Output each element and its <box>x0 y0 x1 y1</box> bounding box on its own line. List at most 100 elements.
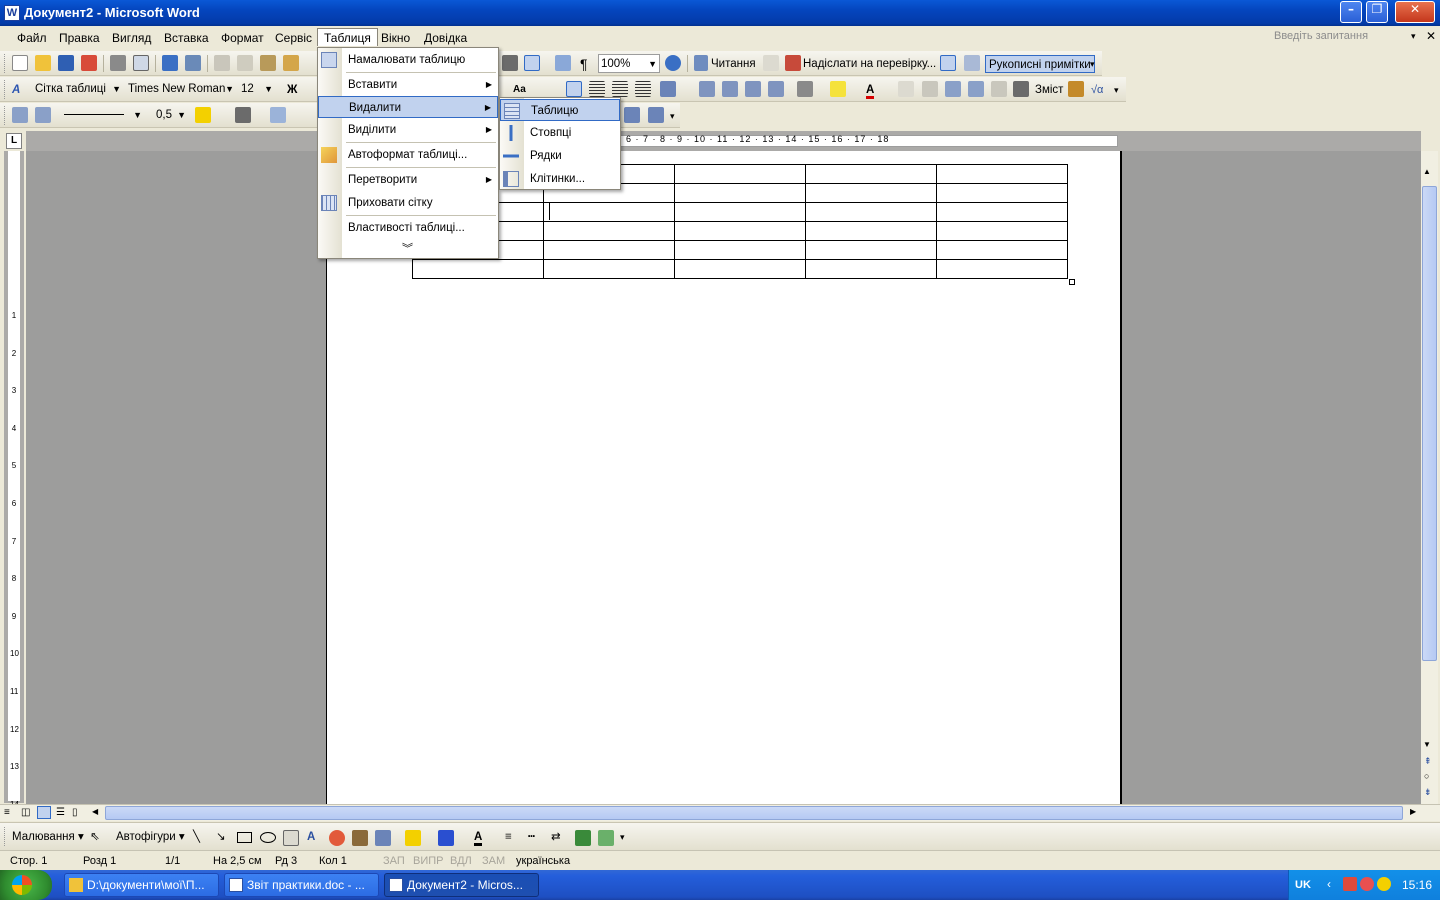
next-page-icon[interactable]: ⇟ <box>1424 787 1432 798</box>
clock[interactable]: 15:16 <box>1402 878 1432 892</box>
status-track-changes[interactable]: ВИПР <box>413 855 444 867</box>
horizontal-scrollbar[interactable]: ≡ ◫ ☰ ▯ ◀ ▶ <box>0 804 1440 821</box>
toolbar-options-icon[interactable]: ▾ <box>620 828 625 846</box>
columns-icon[interactable] <box>502 55 518 71</box>
table-cell[interactable] <box>674 164 806 184</box>
rectangle-tool-icon[interactable] <box>237 832 252 843</box>
align-right-icon[interactable] <box>612 81 628 97</box>
submenu-item-columns[interactable]: Стовпці <box>500 122 620 144</box>
tray-messenger-icon[interactable] <box>1360 877 1374 891</box>
table-cell[interactable] <box>936 183 1068 203</box>
select-objects-icon[interactable]: ⇖ <box>90 828 100 846</box>
clipart-icon[interactable] <box>352 830 368 846</box>
tray-status-icon[interactable] <box>1377 877 1391 891</box>
menu-insert[interactable]: Вставка <box>158 29 215 47</box>
scroll-up-icon[interactable]: ▲ <box>1423 167 1431 176</box>
email-icon[interactable] <box>763 55 779 71</box>
menu-item-insert[interactable]: Вставити ▶ <box>318 74 498 96</box>
toolbar-options-icon[interactable]: ▾ <box>1090 55 1095 73</box>
highlight-icon[interactable] <box>830 81 846 97</box>
horizontal-ruler[interactable]: 6 · 7 · 8 · 9 · 10 · 11 · 12 · 13 · 14 ·… <box>26 131 1421 151</box>
table-cell[interactable] <box>936 240 1068 260</box>
borders-icon[interactable] <box>797 81 813 97</box>
menu-item-select[interactable]: Виділити ▶ <box>318 119 498 141</box>
restore-button[interactable]: ❐ <box>1366 1 1388 23</box>
ink-comment-icon[interactable] <box>940 55 956 71</box>
line-style-icon[interactable]: ≡ <box>505 828 512 846</box>
oval-tool-icon[interactable] <box>260 832 276 843</box>
word-app-icon[interactable]: W <box>4 5 20 21</box>
table-cell[interactable] <box>805 202 937 222</box>
menu-item-table-properties[interactable]: Властивості таблиці... <box>318 217 498 239</box>
text-box-icon[interactable] <box>283 830 299 846</box>
status-extend[interactable]: ВДЛ <box>450 855 472 867</box>
web-view-icon[interactable]: ◫ <box>21 807 30 818</box>
distribute-columns-icon[interactable] <box>648 107 664 123</box>
send-for-review-button[interactable]: Надіслати на перевірку... <box>803 55 936 73</box>
menu-item-convert[interactable]: Перетворити ▶ <box>318 169 498 191</box>
font-color-icon[interactable]: A <box>866 81 875 99</box>
table-cell[interactable] <box>674 183 806 203</box>
menu-tools[interactable]: Сервіс <box>269 29 318 47</box>
open-folder-icon[interactable] <box>35 55 51 71</box>
table-cell[interactable] <box>674 259 806 279</box>
align-center-icon[interactable] <box>589 81 605 97</box>
drawing-toggle-icon[interactable] <box>524 55 540 71</box>
table-cell[interactable] <box>936 202 1068 222</box>
table-cell[interactable] <box>674 221 806 241</box>
status-overtype[interactable]: ЗАМ <box>482 855 505 867</box>
font-select[interactable]: Times New Roman ▼ <box>126 80 236 99</box>
outline-view-icon[interactable]: ☰ <box>56 807 65 818</box>
menu-item-delete[interactable]: Видалити ▶ <box>318 96 498 118</box>
toolbar-grip[interactable] <box>4 54 7 73</box>
spelling-icon[interactable] <box>162 55 178 71</box>
submenu-item-table[interactable]: Таблицю <box>500 99 620 121</box>
task-report-doc[interactable]: Звіт практики.doc - ... <box>224 873 379 897</box>
line-spacing-icon[interactable] <box>660 81 676 97</box>
toolbar-grip[interactable] <box>4 827 7 846</box>
distribute-rows-icon[interactable] <box>624 107 640 123</box>
minimize-button[interactable]: – <box>1340 1 1362 23</box>
language-indicator[interactable]: UK <box>1295 879 1311 891</box>
document-map-icon[interactable] <box>555 55 571 71</box>
menu-help[interactable]: Довідка <box>418 29 473 47</box>
justify-icon[interactable] <box>635 81 651 97</box>
table-cell[interactable] <box>674 202 806 222</box>
wordart-icon[interactable]: A <box>307 828 315 846</box>
eraser-icon[interactable] <box>35 107 51 123</box>
research-icon[interactable] <box>185 55 201 71</box>
equation-icon[interactable]: √α <box>1091 81 1103 99</box>
menu-item-draw-table[interactable]: Намалювати таблицю <box>318 49 498 71</box>
numbering-icon[interactable] <box>699 81 715 97</box>
rtl-icon[interactable] <box>968 81 984 97</box>
table-cell[interactable] <box>805 240 937 260</box>
new-document-icon[interactable] <box>12 55 28 71</box>
ask-question-input[interactable]: Введіть запитання <box>1270 29 1422 46</box>
font-color-icon[interactable]: A <box>474 828 483 846</box>
table-cell[interactable] <box>805 259 937 279</box>
help-icon[interactable] <box>665 55 681 71</box>
draw-table-icon[interactable] <box>12 107 28 123</box>
diagram-icon[interactable] <box>329 830 345 846</box>
table-cell[interactable] <box>543 240 675 260</box>
border-color-icon[interactable] <box>195 107 211 123</box>
3d-style-icon[interactable] <box>598 830 614 846</box>
status-language[interactable]: українська <box>516 855 570 867</box>
chart-icon[interactable] <box>1068 81 1084 97</box>
decrease-indent-icon[interactable] <box>745 81 761 97</box>
character-scale-icon[interactable] <box>898 81 914 97</box>
toolbar-grip[interactable] <box>4 106 7 125</box>
scroll-left-icon[interactable]: ◀ <box>92 807 98 816</box>
toolbar-options-icon[interactable]: ▾ <box>1114 81 1119 99</box>
permission-icon[interactable] <box>81 55 97 71</box>
table-row[interactable] <box>412 240 1068 260</box>
tab-selector[interactable]: L <box>6 133 22 149</box>
close-document-icon[interactable]: ✕ <box>1426 29 1436 43</box>
style-select[interactable]: Сітка таблиці ▼ <box>33 80 123 99</box>
align-left-icon[interactable] <box>566 81 582 97</box>
line-color-icon[interactable] <box>438 830 454 846</box>
table-cell[interactable] <box>936 221 1068 241</box>
bold-button[interactable]: Ж <box>287 81 297 99</box>
task-explorer[interactable]: D:\документи\мої\П... <box>64 873 219 897</box>
print-layout-icon[interactable] <box>37 806 51 819</box>
